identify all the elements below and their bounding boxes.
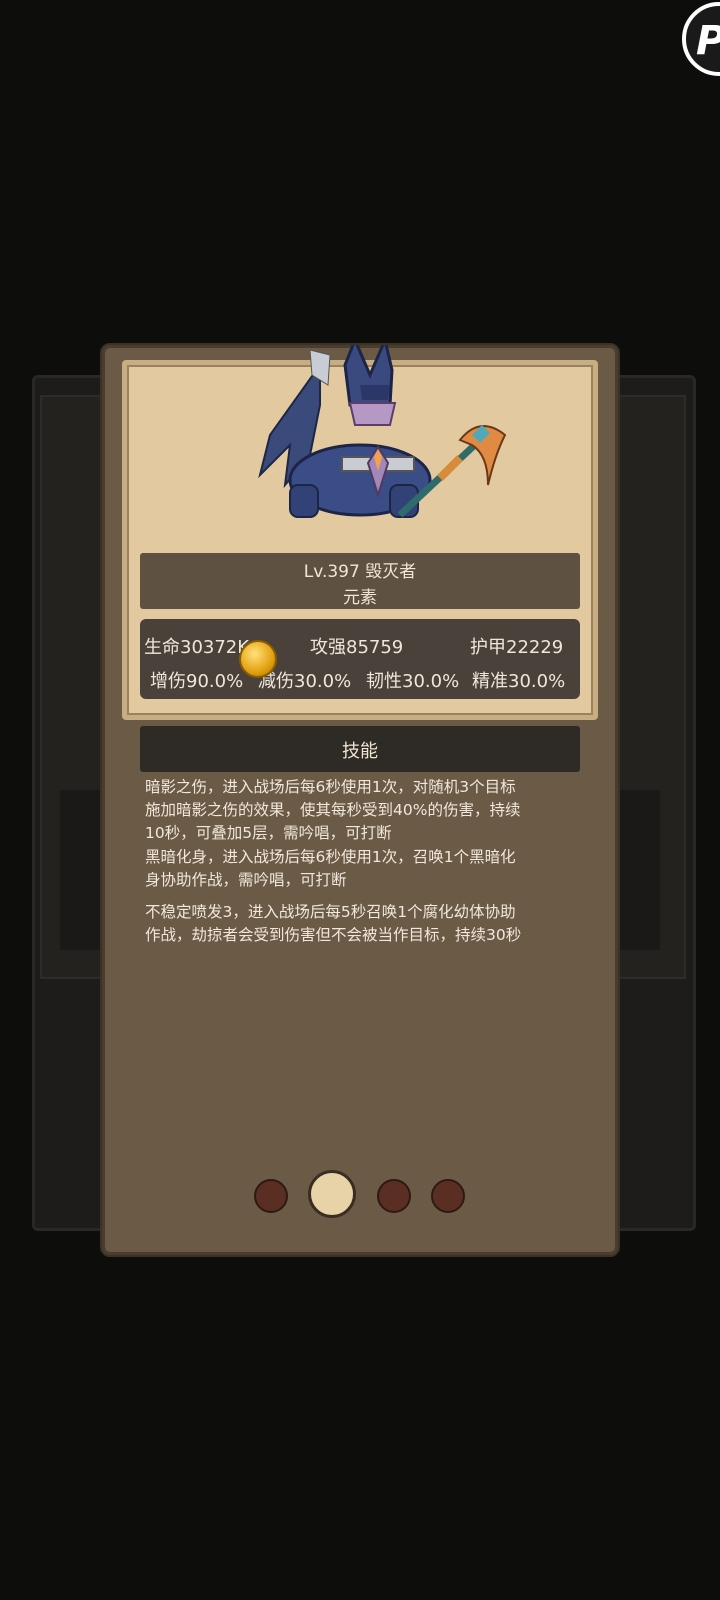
skill-line: 不稳定喷发3，进入战场后每5秒召唤1个腐化幼体协助: [145, 903, 516, 921]
skill-description: 暗影之伤，进入战场后每6秒使用1次，对随机3个目标 施加暗影之伤的效果，使其每秒…: [145, 776, 585, 845]
skill-line: 10秒，可叠加5层，需吟唱，可打断: [145, 824, 392, 842]
skill-line: 黑暗化身，进入战场后每6秒使用1次，召唤1个黑暗化: [145, 848, 516, 866]
stat-toughness: 韧性30.0%: [366, 671, 460, 692]
skill-line: 身协助作战，需吟唱，可打断: [145, 871, 347, 889]
corner-menu-button[interactable]: P: [682, 2, 720, 76]
skills-header: 技能: [140, 726, 580, 772]
page-dot-2-active[interactable]: [308, 1170, 356, 1218]
stat-attack: 攻强85759: [310, 637, 404, 658]
monster-level: Lv.397: [303, 562, 360, 582]
page-dot-1[interactable]: [254, 1179, 288, 1213]
monster-portrait: [258, 345, 507, 518]
stat-hp: 生命30372K: [144, 637, 250, 658]
skill-description: 黑暗化身，进入战场后每6秒使用1次，召唤1个黑暗化 身协助作战，需吟唱，可打断: [145, 846, 585, 892]
page-dot-4[interactable]: [431, 1179, 465, 1213]
monster-name-bar: Lv.397 毁灭者 元素: [140, 553, 580, 609]
gold-coin-icon[interactable]: [239, 640, 277, 678]
stat-armor: 护甲22229: [470, 637, 564, 658]
skill-line: 施加暗影之伤的效果，使其每秒受到40%的伤害，持续: [145, 801, 521, 819]
stat-damage-increase: 增伤90.0%: [150, 671, 244, 692]
monster-name: 毁灭者: [365, 562, 417, 582]
skill-line: 作战，劫掠者会受到伤害但不会被当作目标，持续30秒: [145, 926, 522, 944]
corner-button-glyph: P: [696, 18, 720, 64]
page-dot-3[interactable]: [377, 1179, 411, 1213]
monster-title-line: Lv.397 毁灭者: [140, 557, 580, 582]
skill-line: 暗影之伤，进入战场后每6秒使用1次，对随机3个目标: [145, 778, 516, 796]
skills-header-label: 技能: [342, 741, 378, 762]
stat-precision: 精准30.0%: [472, 671, 566, 692]
monster-element: 元素: [343, 588, 377, 608]
skill-description: 不稳定喷发3，进入战场后每5秒召唤1个腐化幼体协助 作战，劫掠者会受到伤害但不会…: [145, 901, 585, 947]
